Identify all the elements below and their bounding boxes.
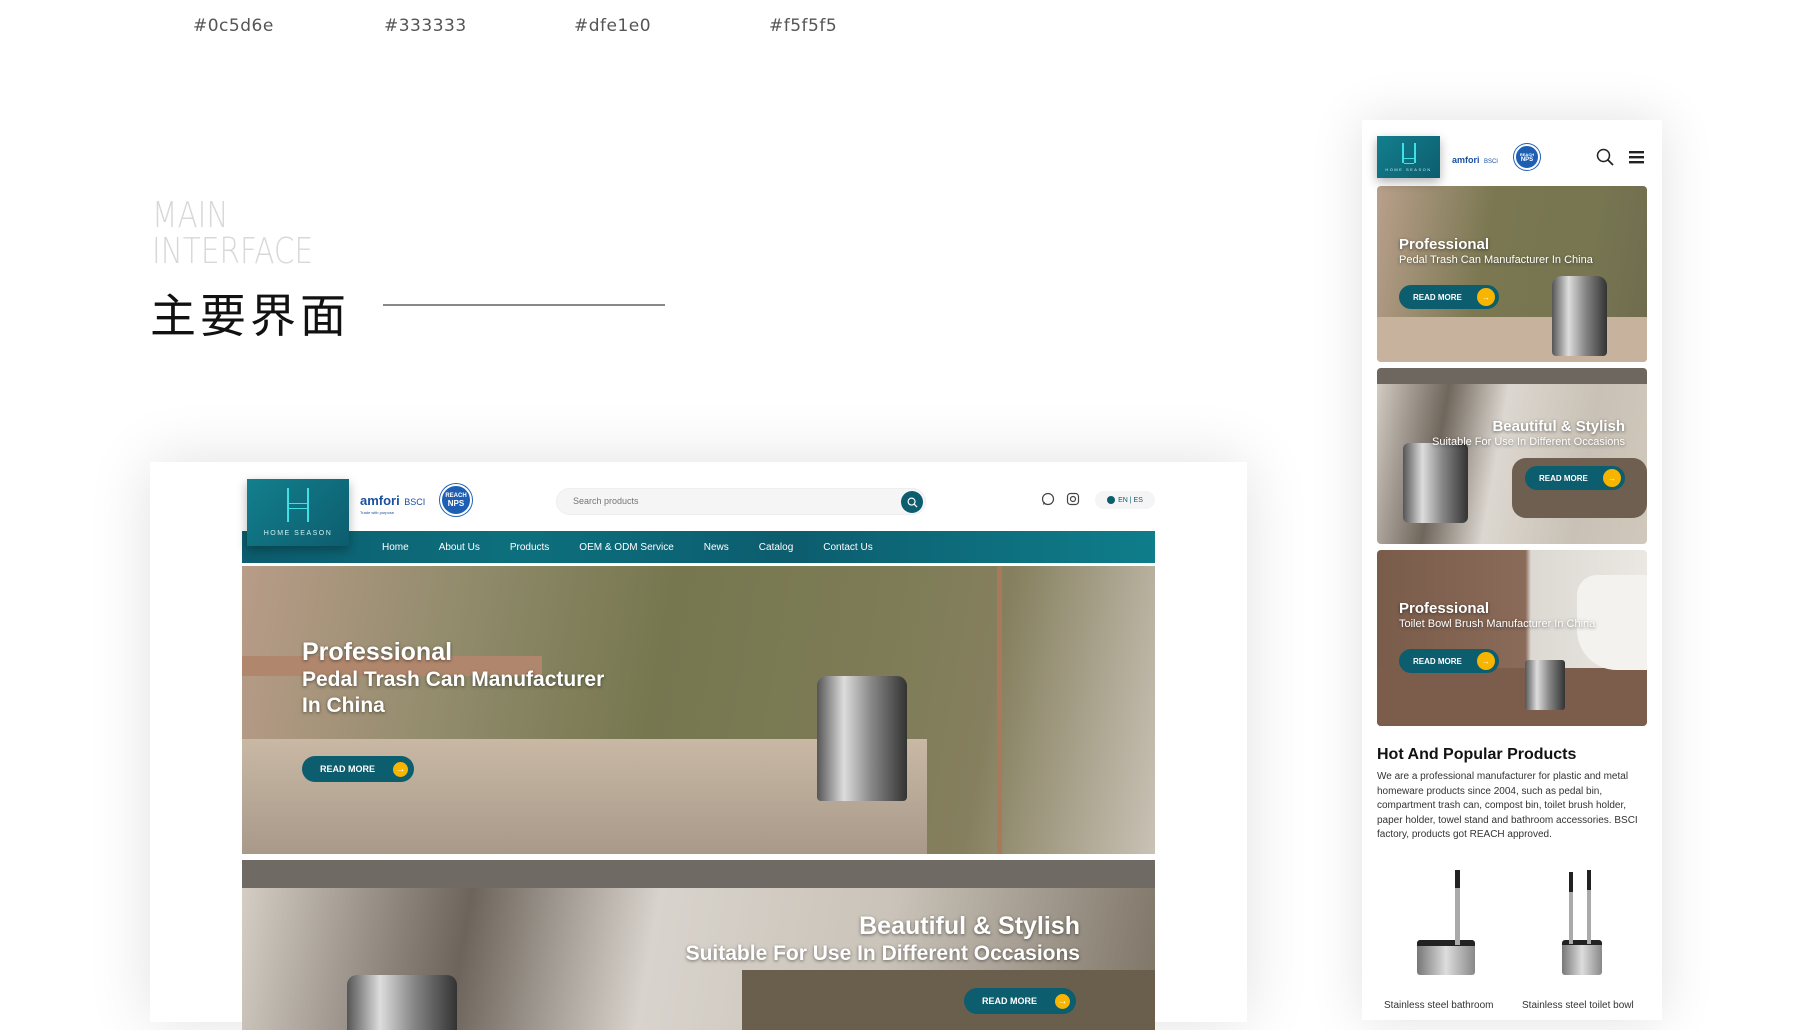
whatsapp-icon[interactable] bbox=[1041, 492, 1055, 506]
read-more-button[interactable]: READ MORE → bbox=[1525, 466, 1625, 490]
language-switcher[interactable]: EN | ES bbox=[1095, 491, 1155, 509]
card-subtitle: Suitable For Use In Different Occasions bbox=[1432, 436, 1625, 448]
arrow-right-icon: → bbox=[1477, 288, 1495, 306]
product-image[interactable] bbox=[1517, 860, 1637, 980]
read-more-button[interactable]: READ MORE → bbox=[1399, 649, 1499, 673]
globe-icon bbox=[1107, 496, 1116, 504]
read-more-button[interactable]: READ MORE → bbox=[964, 988, 1076, 1014]
logo-text: HOME SEASON bbox=[1385, 166, 1432, 172]
reach-badge: REACH NPS bbox=[440, 484, 472, 516]
banner-card: Beautiful & Stylish Suitable For Use In … bbox=[1377, 368, 1647, 544]
hero-subtitle: In China bbox=[302, 694, 385, 717]
divider bbox=[383, 304, 665, 306]
hero-banner-1: Professional Pedal Trash Can Manufacture… bbox=[242, 566, 1155, 854]
card-image-counter bbox=[1377, 368, 1647, 384]
trash-can-image bbox=[1403, 443, 1468, 523]
reach-badge: REACH NPS bbox=[1514, 144, 1540, 170]
search-input[interactable] bbox=[573, 496, 873, 506]
logo-mark-icon bbox=[287, 488, 309, 522]
nav-catalog[interactable]: Catalog bbox=[759, 542, 793, 553]
search-button[interactable] bbox=[901, 491, 923, 513]
read-more-button[interactable]: READ MORE → bbox=[302, 756, 414, 782]
search-icon bbox=[907, 497, 918, 508]
product-caption[interactable]: Stainless steel toilet bowl bbox=[1522, 1000, 1634, 1011]
section-title-cn: 主要界面 bbox=[150, 289, 350, 343]
color-swatch-label: #dfe1e0 bbox=[574, 16, 652, 36]
menu-icon[interactable] bbox=[1629, 150, 1644, 164]
nav-home[interactable]: Home bbox=[382, 542, 409, 553]
instagram-icon[interactable] bbox=[1066, 492, 1080, 506]
section-heading: Hot And Popular Products bbox=[1377, 746, 1577, 763]
hero-title: Professional bbox=[302, 638, 453, 666]
card-title: Beautiful & Stylish bbox=[1492, 418, 1625, 435]
site-logo[interactable]: HOME SEASON bbox=[1377, 136, 1440, 178]
nav-products[interactable]: Products bbox=[510, 542, 549, 553]
hero-image-counter bbox=[242, 860, 1155, 888]
read-more-button[interactable]: READ MORE → bbox=[1399, 285, 1499, 309]
color-swatch-label: #333333 bbox=[384, 16, 467, 36]
card-title: Professional bbox=[1399, 600, 1490, 617]
hero-subtitle: Suitable For Use In Different Occasions bbox=[685, 942, 1080, 965]
banner-card: Professional Toilet Bowl Brush Manufactu… bbox=[1377, 550, 1647, 726]
toilet-brush-image bbox=[1525, 660, 1565, 710]
arrow-right-icon: → bbox=[1055, 993, 1070, 1009]
section-title-en: INTERFACE bbox=[152, 231, 314, 272]
nav-news[interactable]: News bbox=[704, 542, 729, 553]
hero-title: Beautiful & Stylish bbox=[859, 912, 1080, 940]
desktop-mockup: HOME SEASON amfori BSCI Trade with purpo… bbox=[150, 462, 1247, 1030]
amfori-badge: amfori BSCI bbox=[1452, 155, 1498, 165]
card-subtitle: Toilet Bowl Brush Manufacturer In China bbox=[1399, 618, 1596, 630]
search-icon[interactable] bbox=[1596, 148, 1614, 166]
hero-image-lamp bbox=[997, 566, 1002, 854]
logo-text: HOME SEASON bbox=[263, 530, 333, 537]
mobile-mockup: HOME SEASON amfori BSCI REACH NPS Profess… bbox=[1362, 120, 1662, 1020]
arrow-right-icon: → bbox=[1603, 469, 1621, 487]
nav-contact-us[interactable]: Contact Us bbox=[823, 542, 872, 553]
logo-mark-icon bbox=[1401, 142, 1416, 164]
section-description: We are a professional manufacturer for p… bbox=[1377, 771, 1638, 840]
hero-image-sofa bbox=[742, 970, 1155, 1030]
site-logo[interactable]: HOME SEASON bbox=[247, 479, 349, 546]
search-bar[interactable] bbox=[556, 488, 926, 515]
trash-can-image bbox=[1552, 276, 1607, 356]
banner-card: Professional Pedal Trash Can Manufacture… bbox=[1377, 186, 1647, 362]
arrow-right-icon: → bbox=[1477, 652, 1495, 670]
language-label: EN | ES bbox=[1118, 496, 1143, 504]
color-swatch-label: #f5f5f5 bbox=[769, 16, 838, 36]
amfori-badge: amfori BSCI Trade with purpose bbox=[360, 493, 426, 515]
arrow-right-icon: → bbox=[393, 761, 408, 777]
color-swatch-label: #0c5d6e bbox=[193, 16, 274, 36]
card-subtitle: Pedal Trash Can Manufacturer In China bbox=[1399, 254, 1593, 266]
hero-subtitle: Pedal Trash Can Manufacturer bbox=[302, 668, 605, 691]
nav-about-us[interactable]: About Us bbox=[439, 542, 480, 553]
section-title-en: MAIN bbox=[152, 195, 229, 236]
card-image-floor bbox=[1377, 668, 1647, 726]
trash-can-image bbox=[347, 975, 457, 1030]
product-caption[interactable]: Stainless steel bathroom bbox=[1384, 1000, 1494, 1011]
product-image[interactable] bbox=[1377, 860, 1497, 980]
trash-can-image bbox=[817, 676, 907, 801]
main-nav: Home About Us Products OEM & ODM Service… bbox=[242, 531, 1155, 563]
card-title: Professional bbox=[1399, 236, 1490, 253]
nav-oem-odm[interactable]: OEM & ODM Service bbox=[579, 542, 673, 553]
